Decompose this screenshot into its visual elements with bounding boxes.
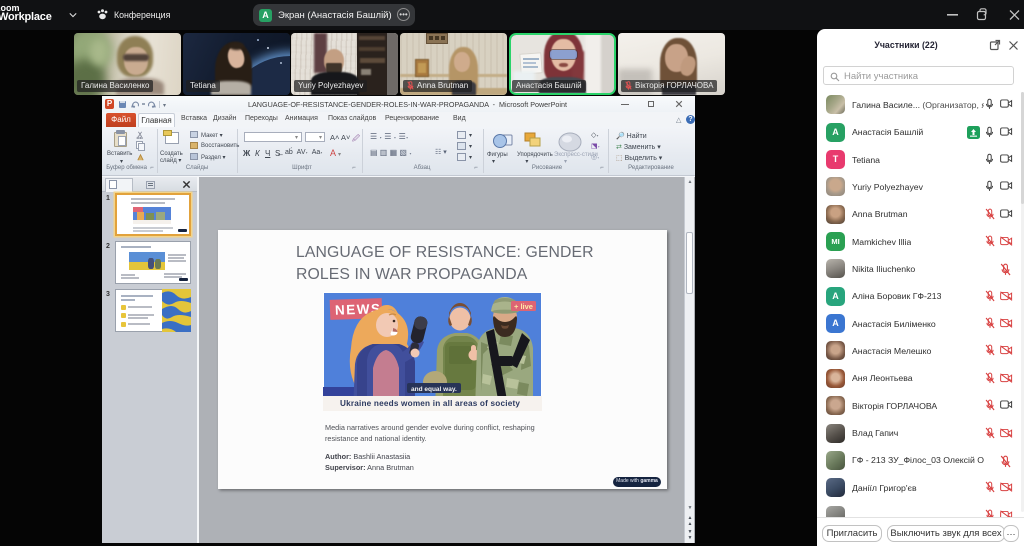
svg-text:+ live: + live bbox=[514, 302, 533, 311]
svg-text:Ukraine needs women in all are: Ukraine needs women in all areas of soci… bbox=[340, 399, 520, 408]
svg-text:and equal way.: and equal way. bbox=[411, 386, 457, 393]
